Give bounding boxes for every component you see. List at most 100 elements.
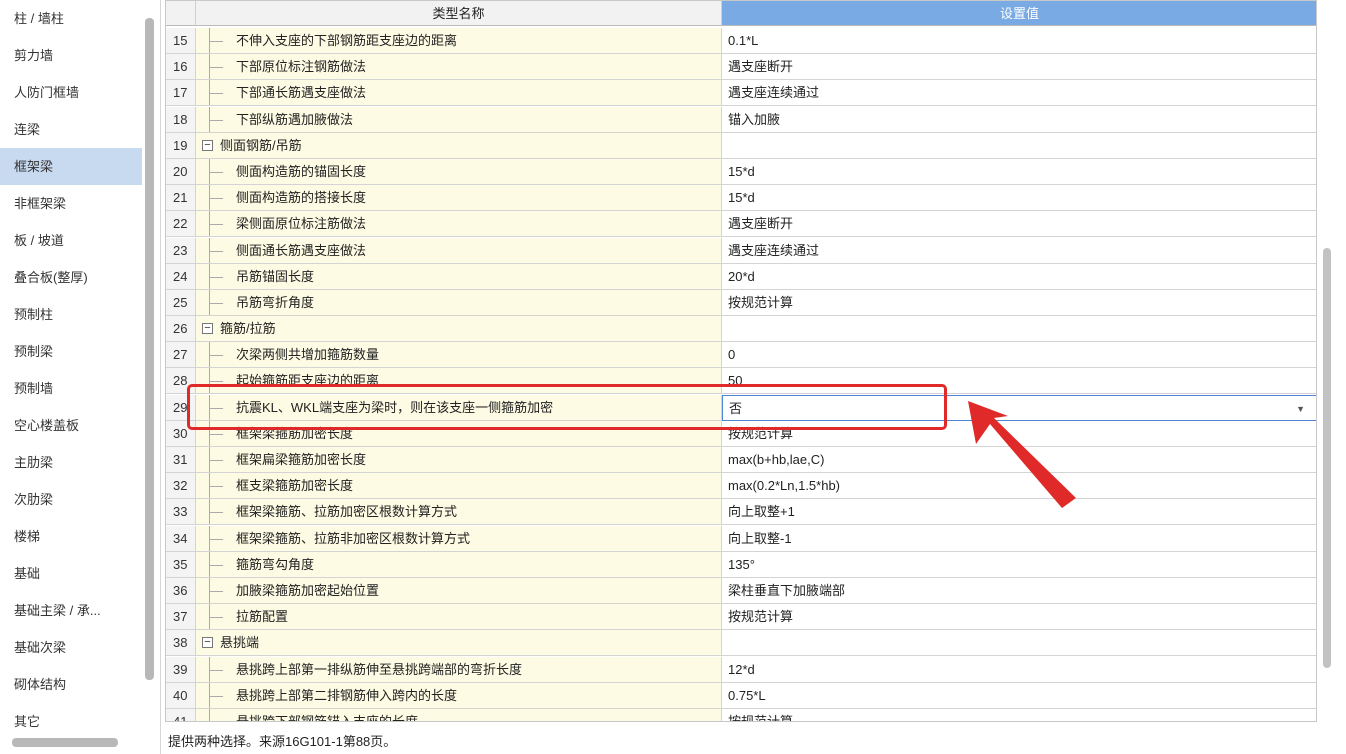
value-cell[interactable]: 遇支座连续通过 <box>722 237 1316 264</box>
sidebar-item[interactable]: 预制柱 <box>0 296 142 333</box>
table-row[interactable]: 39 悬挑跨上部第一排纵筋伸至悬挑跨端部的弯折长度 12*d <box>166 656 1316 683</box>
table-row[interactable]: 15 不伸入支座的下部钢筋距支座边的距离 0.1*L <box>166 28 1316 54</box>
value-cell[interactable]: 遇支座连续通过 <box>722 80 1316 107</box>
table-row[interactable]: 33 框架梁箍筋、拉筋加密区根数计算方式 向上取整+1 <box>166 499 1316 526</box>
table-row[interactable]: 41 悬挑跨下部钢筋锚入支座的长度 按规范计算 <box>166 708 1316 721</box>
type-name-cell[interactable]: 加腋梁箍筋加密起始位置 <box>196 577 722 604</box>
type-name-cell[interactable]: 次梁两侧共增加箍筋数量 <box>196 342 722 369</box>
chevron-down-icon[interactable]: ▼ <box>1296 396 1305 420</box>
type-name-cell[interactable]: 不伸入支座的下部钢筋距支座边的距离 <box>196 28 722 54</box>
sidebar-item[interactable]: 楼梯 <box>0 518 142 555</box>
value-cell[interactable]: 向上取整-1 <box>722 525 1316 552</box>
sidebar-item[interactable]: 非框架梁 <box>0 185 142 222</box>
table-row[interactable]: 37 拉筋配置 按规范计算 <box>166 604 1316 631</box>
table-row[interactable]: 20 侧面构造筋的锚固长度 15*d <box>166 158 1316 185</box>
type-name-cell[interactable]: 拉筋配置 <box>196 604 722 631</box>
value-cell[interactable]: 按规范计算 <box>722 604 1316 631</box>
value-cell[interactable] <box>722 630 1316 657</box>
group-row[interactable]: 26− 箍筋/拉筋 <box>166 316 1316 343</box>
type-name-cell[interactable]: − 悬挑端 <box>196 630 722 657</box>
table-row[interactable]: 25 吊筋弯折角度 按规范计算 <box>166 289 1316 316</box>
sidebar-item[interactable]: 叠合板(整厚) <box>0 259 142 296</box>
value-cell[interactable]: 遇支座断开 <box>722 211 1316 238</box>
type-name-cell[interactable]: 悬挑跨下部钢筋锚入支座的长度 <box>196 708 722 721</box>
sidebar-item[interactable]: 基础 <box>0 555 142 592</box>
value-cell[interactable]: 0 <box>722 342 1316 369</box>
value-cell[interactable]: max(b+hb,lae,C) <box>722 447 1316 473</box>
table-row[interactable]: 21 侧面构造筋的搭接长度 15*d <box>166 185 1316 212</box>
grid-vertical-scrollbar[interactable] <box>1323 248 1331 668</box>
minus-box-icon[interactable]: − <box>202 637 213 649</box>
table-row[interactable]: 31 框架扁梁箍筋加密长度 max(b+hb,lae,C) <box>166 447 1316 473</box>
sidebar-vertical-scrollbar[interactable] <box>145 18 154 680</box>
value-cell[interactable]: 0.1*L <box>722 28 1316 54</box>
sidebar-item[interactable]: 基础次梁 <box>0 629 142 666</box>
type-name-cell[interactable]: − 侧面钢筋/吊筋 <box>196 132 722 159</box>
type-name-cell[interactable]: 下部纵筋遇加腋做法 <box>196 106 722 133</box>
table-row[interactable]: 16 下部原位标注钢筋做法 遇支座断开 <box>166 54 1316 81</box>
type-name-cell[interactable]: 侧面通长筋遇支座做法 <box>196 237 722 264</box>
value-cell[interactable] <box>722 316 1316 343</box>
table-row[interactable]: 35 箍筋弯勾角度 135° <box>166 551 1316 578</box>
sidebar-item[interactable]: 空心楼盖板 <box>0 407 142 444</box>
type-name-cell[interactable]: 下部原位标注钢筋做法 <box>196 54 722 81</box>
value-cell[interactable]: 向上取整+1 <box>722 499 1316 526</box>
value-cell[interactable]: 按规范计算 <box>722 708 1316 721</box>
value-cell[interactable]: 梁柱垂直下加腋端部 <box>722 577 1316 604</box>
sidebar-item[interactable]: 预制梁 <box>0 333 142 370</box>
table-row[interactable]: 27 次梁两侧共增加箍筋数量 0 <box>166 342 1316 369</box>
sidebar-horizontal-scrollbar[interactable] <box>12 738 118 747</box>
type-name-cell[interactable]: 梁侧面原位标注筋做法 <box>196 211 722 238</box>
type-name-cell[interactable]: 下部通长筋遇支座做法 <box>196 80 722 107</box>
value-cell[interactable]: max(0.2*Ln,1.5*hb) <box>722 473 1316 500</box>
header-setting-value[interactable]: 设置值 <box>722 1 1316 26</box>
type-name-cell[interactable]: 框架扁梁箍筋加密长度 <box>196 447 722 473</box>
table-row[interactable]: 22 梁侧面原位标注筋做法 遇支座断开 <box>166 211 1316 238</box>
sidebar-item[interactable]: 剪力墙 <box>0 37 142 74</box>
type-name-cell[interactable]: 箍筋弯勾角度 <box>196 551 722 578</box>
value-cell[interactable]: 15*d <box>722 158 1316 185</box>
sidebar-item[interactable]: 其它 <box>0 703 142 740</box>
type-name-cell[interactable]: 框架梁箍筋、拉筋加密区根数计算方式 <box>196 499 722 526</box>
group-row[interactable]: 38− 悬挑端 <box>166 630 1316 657</box>
type-name-cell[interactable]: 吊筋锚固长度 <box>196 263 722 290</box>
sidebar-item[interactable]: 主肋梁 <box>0 444 142 481</box>
type-name-cell[interactable]: − 箍筋/拉筋 <box>196 316 722 343</box>
value-cell[interactable]: 12*d <box>722 656 1316 683</box>
sidebar-item[interactable]: 人防门框墙 <box>0 74 142 111</box>
sidebar-item[interactable]: 柱 / 墙柱 <box>0 0 142 37</box>
type-name-cell[interactable]: 侧面构造筋的锚固长度 <box>196 158 722 185</box>
sidebar-item[interactable]: 预制墙 <box>0 370 142 407</box>
table-row[interactable]: 34 框架梁箍筋、拉筋非加密区根数计算方式 向上取整-1 <box>166 525 1316 552</box>
value-cell[interactable]: 135° <box>722 551 1316 578</box>
minus-box-icon[interactable]: − <box>202 139 213 151</box>
sidebar-item[interactable]: 砌体结构 <box>0 666 142 703</box>
type-name-cell[interactable]: 悬挑跨上部第一排纵筋伸至悬挑跨端部的弯折长度 <box>196 656 722 683</box>
type-name-cell[interactable]: 吊筋弯折角度 <box>196 289 722 316</box>
value-cell[interactable]: 锚入加腋 <box>722 106 1316 133</box>
value-cell[interactable] <box>722 132 1316 159</box>
table-row[interactable]: 24 吊筋锚固长度 20*d <box>166 263 1316 290</box>
table-row[interactable]: 40 悬挑跨上部第二排钢筋伸入跨内的长度 0.75*L <box>166 682 1316 709</box>
value-cell[interactable]: 0.75*L <box>722 682 1316 709</box>
value-cell[interactable]: 遇支座断开 <box>722 54 1316 81</box>
sidebar-item[interactable]: 框架梁 <box>0 148 142 185</box>
value-cell[interactable]: 15*d <box>722 185 1316 212</box>
header-type-name[interactable]: 类型名称 <box>196 1 722 26</box>
sidebar-item[interactable]: 板 / 坡道 <box>0 222 142 259</box>
table-row[interactable]: 17 下部通长筋遇支座做法 遇支座连续通过 <box>166 80 1316 107</box>
value-cell[interactable]: 20*d <box>722 263 1316 290</box>
table-row[interactable]: 18 下部纵筋遇加腋做法 锚入加腋 <box>166 106 1316 133</box>
table-row[interactable]: 23 侧面通长筋遇支座做法 遇支座连续通过 <box>166 237 1316 264</box>
type-name-cell[interactable]: 框架梁箍筋、拉筋非加密区根数计算方式 <box>196 525 722 552</box>
sidebar-item[interactable]: 连梁 <box>0 111 142 148</box>
table-row[interactable]: 36 加腋梁箍筋加密起始位置 梁柱垂直下加腋端部 <box>166 577 1316 604</box>
minus-box-icon[interactable]: − <box>202 323 213 335</box>
value-cell[interactable]: 按规范计算 <box>722 289 1316 316</box>
type-name-cell[interactable]: 侧面构造筋的搭接长度 <box>196 185 722 212</box>
sidebar-item[interactable]: 基础主梁 / 承... <box>0 592 142 629</box>
type-name-cell[interactable]: 悬挑跨上部第二排钢筋伸入跨内的长度 <box>196 682 722 709</box>
sidebar-item[interactable]: 次肋梁 <box>0 481 142 518</box>
type-name-cell[interactable]: 框支梁箍筋加密长度 <box>196 473 722 500</box>
group-row[interactable]: 19− 侧面钢筋/吊筋 <box>166 132 1316 159</box>
